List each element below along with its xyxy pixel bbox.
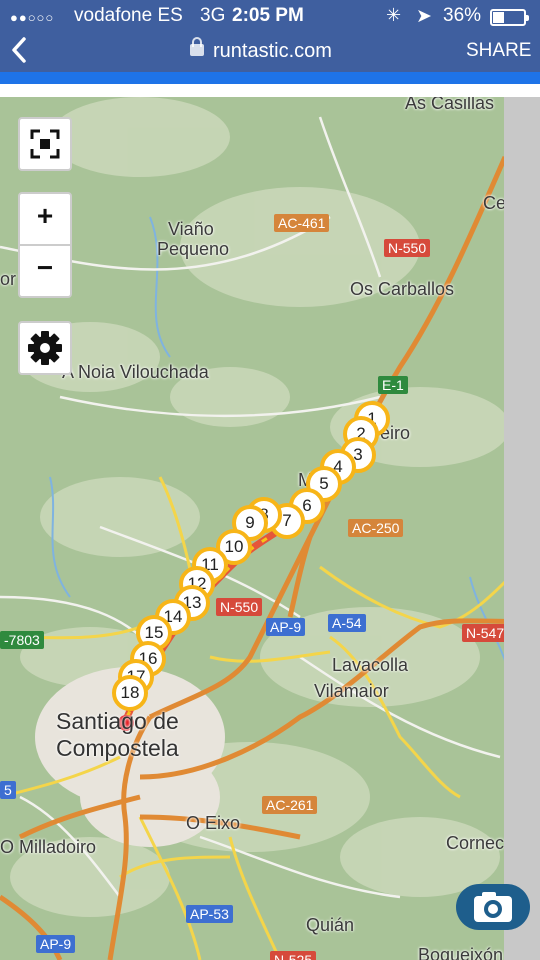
place-label: O Eixo	[186, 813, 241, 833]
zoom-divider	[20, 244, 70, 246]
road-shield: AC-461	[274, 214, 330, 232]
map-view[interactable]: As Casillas Ce Viaño Pequeno or Os Carba…	[0, 97, 540, 960]
location-arrow-icon: ➤	[416, 6, 432, 27]
network-type: 3G	[200, 5, 226, 26]
place-label: Pequeno	[157, 239, 230, 259]
road-shield: AC-261	[262, 796, 318, 814]
road-shield: E-1	[378, 376, 408, 394]
road-shield: AP-9	[36, 935, 76, 953]
zoom-control: + −	[18, 192, 72, 298]
place-label: Lavacolla	[332, 655, 409, 675]
road-shield: A-54	[328, 614, 366, 632]
status-bar: ●●○○○ vodafone ES 3G 2:05 PM ✳ ➤ 36%	[0, 0, 540, 34]
place-label: Viaño	[168, 219, 214, 239]
gear-icon	[28, 331, 62, 365]
activity-spinner-icon: ✳	[386, 5, 402, 25]
browser-header: ●●○○○ vodafone ES 3G 2:05 PM ✳ ➤ 36% run…	[0, 0, 540, 72]
place-label: A Noia Vilouchada	[62, 362, 209, 382]
fullscreen-button[interactable]	[18, 117, 72, 171]
road-shield: AP-53	[186, 905, 233, 923]
place-label: Os Carballos	[350, 279, 455, 299]
place-label: Boqueixón	[418, 945, 504, 960]
road-shield: AP-9	[266, 618, 306, 636]
road-shield: N-550	[384, 239, 431, 257]
road-shield: N-525	[270, 951, 317, 960]
carrier-name: vodafone ES	[74, 5, 183, 26]
page-side-strip	[504, 97, 540, 960]
lock-icon	[190, 37, 204, 56]
road-shield: 5	[0, 781, 16, 799]
chevron-left-icon[interactable]	[10, 36, 28, 71]
url-text[interactable]: runtastic.com	[213, 40, 332, 63]
place-label: Quián	[306, 915, 355, 935]
road-shield: AC-250	[348, 519, 404, 537]
place-label: Ce	[483, 193, 507, 213]
place-label: As Casillas	[405, 97, 495, 113]
zoom-in-button[interactable]: +	[20, 200, 70, 232]
place-label: Vilamaior	[314, 681, 389, 701]
place-label: Cornec	[446, 833, 505, 853]
road-shield: N-547	[462, 624, 509, 642]
zoom-out-button[interactable]: −	[20, 252, 70, 284]
city-label: Compostela	[56, 735, 179, 761]
road-shield: -7803	[0, 631, 44, 649]
share-button[interactable]: SHARE	[466, 40, 531, 62]
camera-icon	[474, 892, 512, 922]
url-bar: runtastic.com SHARE	[0, 34, 540, 72]
place-label: O Milladoiro	[0, 837, 97, 857]
road-shield: N-550	[216, 598, 263, 616]
clock: 2:05 PM	[232, 5, 304, 26]
city-label: Santiago de	[56, 708, 179, 734]
fullscreen-icon	[30, 129, 60, 159]
battery-percent: 36%	[443, 5, 482, 26]
signal-dots: ●●○○○	[10, 10, 55, 25]
page-load-progress	[0, 72, 540, 84]
place-label: or	[0, 269, 17, 289]
km-marker[interactable]: 18	[112, 675, 148, 711]
battery-icon	[490, 9, 529, 26]
battery-fill	[493, 12, 504, 23]
map-settings-button[interactable]	[18, 321, 72, 375]
photo-button[interactable]	[456, 884, 530, 930]
